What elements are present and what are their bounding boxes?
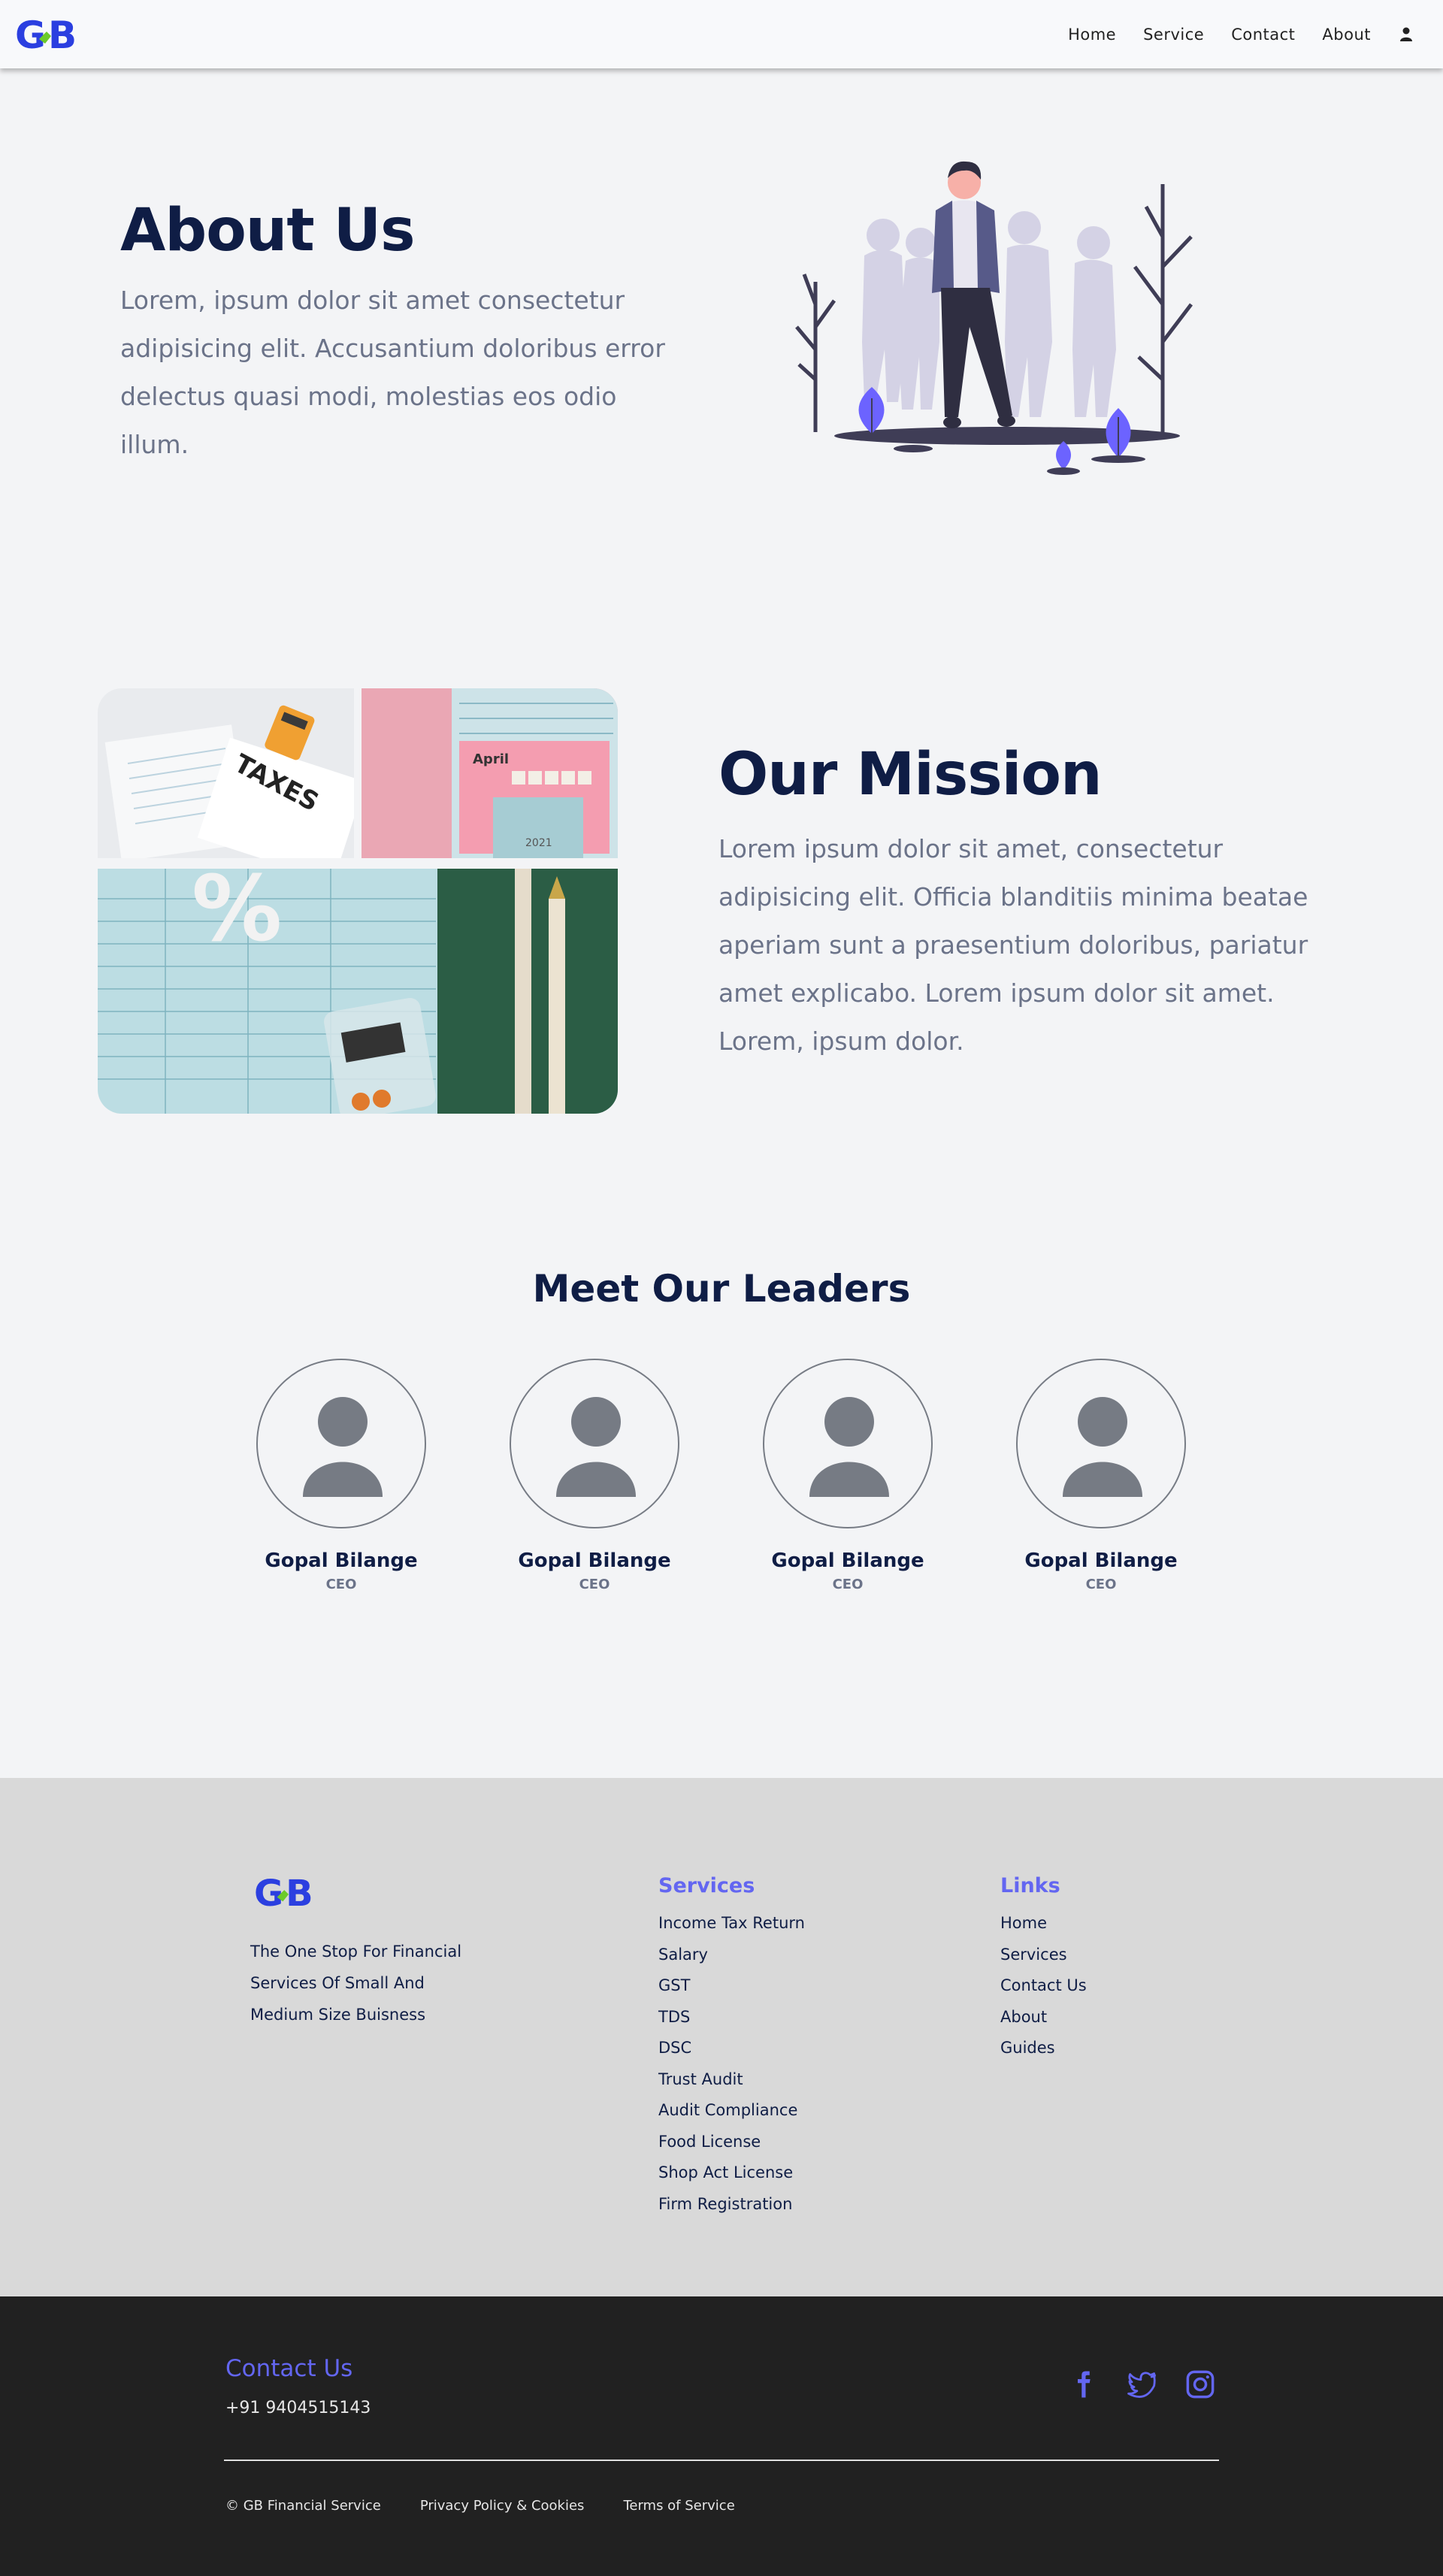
footer-service-link[interactable]: Trust Audit — [658, 2064, 805, 2096]
footer-service-link[interactable]: DSC — [658, 2033, 805, 2064]
legal-links: © GB Financial Service Privacy Policy & … — [225, 2498, 735, 2514]
svg-text:B: B — [286, 1873, 313, 1912]
leader-name: Gopal Bilange — [518, 1550, 671, 1572]
twitter-icon[interactable] — [1126, 2369, 1157, 2400]
footer-service-link[interactable]: TDS — [658, 2002, 805, 2033]
footer-logo[interactable]: G B — [254, 1871, 323, 1912]
person-placeholder-icon — [556, 1397, 636, 1497]
footer-bottom: Contact Us +91 9404515143 © GB Financial… — [0, 2296, 1443, 2576]
person-placeholder-icon — [1063, 1397, 1142, 1497]
avatar — [1016, 1359, 1186, 1528]
footer-link[interactable]: About — [1000, 2002, 1087, 2033]
svg-text:B: B — [48, 14, 77, 53]
footer-service-link[interactable]: Firm Registration — [658, 2189, 805, 2221]
footer-link[interactable]: Contact Us — [1000, 1970, 1087, 2002]
calendar-year: 2021 — [525, 837, 552, 849]
leader-name: Gopal Bilange — [1024, 1550, 1178, 1572]
instagram-icon[interactable] — [1184, 2369, 1216, 2400]
footer-link[interactable]: Services — [1000, 1940, 1087, 1971]
leader-role: CEO — [579, 1577, 610, 1592]
facebook-icon[interactable] — [1067, 2369, 1099, 2400]
footer-service-link[interactable]: GST — [658, 1970, 805, 2002]
leaders-title: Meet Our Leaders — [532, 1267, 911, 1311]
avatar — [256, 1359, 426, 1528]
percent-pencils-photo: % — [98, 869, 618, 1114]
footer-service-link[interactable]: Salary — [658, 1940, 805, 1971]
about-title: About Us — [120, 197, 416, 265]
leader-card: Gopal Bilange CEO — [255, 1359, 428, 1592]
footer-tagline: The One Stop For Financial Services Of S… — [250, 1943, 462, 2024]
logo[interactable]: G B — [15, 14, 87, 53]
leader-role: CEO — [1085, 1577, 1117, 1592]
user-icon[interactable] — [1399, 27, 1413, 42]
leader-name: Gopal Bilange — [265, 1550, 418, 1572]
contact-phone[interactable]: +91 9404515143 — [225, 2399, 371, 2417]
footer-main: G B The One Stop For Financial Services … — [0, 1778, 1443, 2296]
mission-photo-collage: TAXES April 2021 % — [98, 688, 618, 1114]
leader-card: Gopal Bilange CEO — [1015, 1359, 1187, 1592]
footer-service-link[interactable]: Income Tax Return — [658, 1908, 805, 1940]
footer-services-column: Services Income Tax Return Salary GST TD… — [658, 1874, 805, 2220]
footer-links-column: Links Home Services Contact Us About Gui… — [1000, 1874, 1087, 2064]
leader-name: Gopal Bilange — [771, 1550, 924, 1572]
navbar: G B Home Service Contact About — [0, 0, 1443, 68]
contact-title: Contact Us — [225, 2355, 353, 2382]
footer-divider — [224, 2460, 1219, 2461]
leader-role: CEO — [832, 1577, 864, 1592]
footer-service-link[interactable]: Shop Act License — [658, 2157, 805, 2189]
privacy-link[interactable]: Privacy Policy & Cookies — [420, 2498, 585, 2514]
mission-title: Our Mission — [718, 741, 1103, 809]
calendar-month: April — [473, 751, 509, 767]
leader-role: CEO — [325, 1577, 357, 1592]
person-placeholder-icon — [303, 1397, 383, 1497]
footer-service-link[interactable]: Audit Compliance — [658, 2095, 805, 2127]
copyright-text: © GB Financial Service — [225, 2498, 381, 2514]
footer-service-link[interactable]: Food License — [658, 2127, 805, 2158]
svg-text:G: G — [254, 1873, 283, 1912]
social-links — [1067, 2369, 1216, 2400]
leader-card: Gopal Bilange CEO — [508, 1359, 681, 1592]
taxes-photo: TAXES — [98, 688, 354, 858]
footer-services-title: Services — [658, 1874, 755, 1897]
footer-links-title: Links — [1000, 1874, 1060, 1897]
footer-link[interactable]: Guides — [1000, 2033, 1087, 2064]
nav-about[interactable]: About — [1322, 26, 1371, 44]
footer-link[interactable]: Home — [1000, 1908, 1087, 1940]
nav-service[interactable]: Service — [1143, 26, 1204, 44]
terms-link[interactable]: Terms of Service — [623, 2498, 734, 2514]
svg-text:G: G — [15, 14, 46, 53]
calendar-photo: April 2021 — [362, 688, 618, 858]
percent-sign: % — [192, 869, 282, 962]
leader-card: Gopal Bilange CEO — [761, 1359, 934, 1592]
nav-home[interactable]: Home — [1068, 26, 1116, 44]
avatar — [763, 1359, 933, 1528]
about-text: Lorem, ipsum dolor sit amet consectetur … — [120, 286, 665, 459]
avatar — [510, 1359, 679, 1528]
nav-contact[interactable]: Contact — [1231, 26, 1295, 44]
mission-text: Lorem ipsum dolor sit amet, consectetur … — [718, 834, 1308, 1056]
person-placeholder-icon — [809, 1397, 889, 1497]
team-illustration — [795, 161, 1193, 475]
